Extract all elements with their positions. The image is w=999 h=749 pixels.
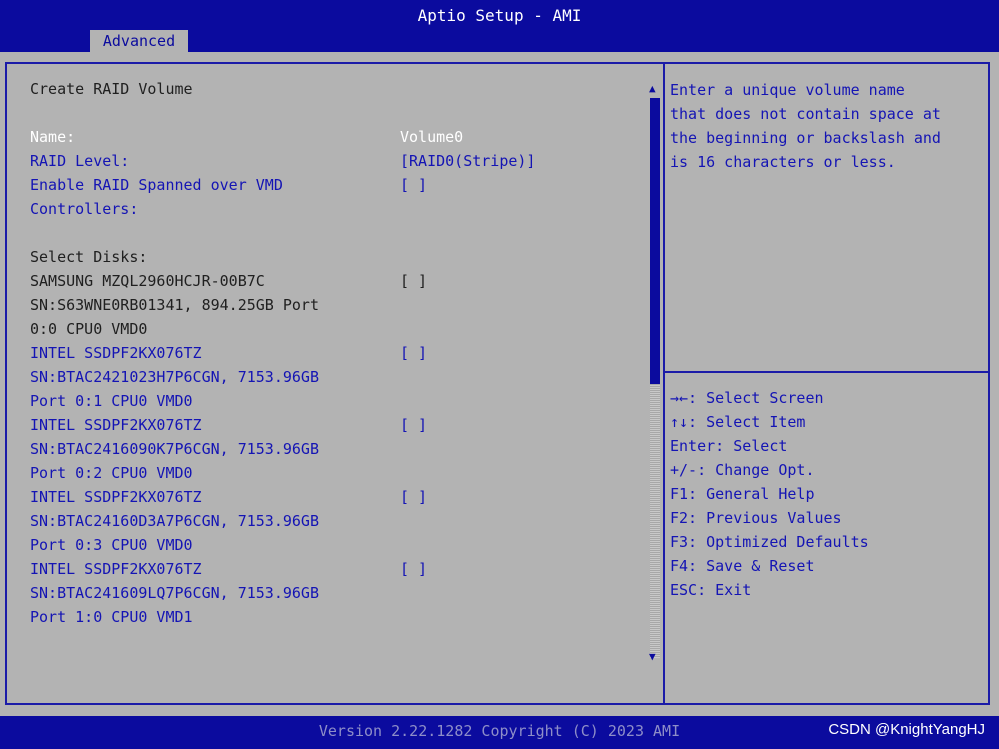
disk-4-checkbox[interactable]: [ ]	[400, 486, 427, 508]
key-select-item: ↑↓: Select Item	[670, 413, 806, 431]
disk-1-checkbox[interactable]: [ ]	[400, 270, 427, 292]
spanned-label-line1[interactable]: Enable RAID Spanned over VMD	[30, 174, 283, 196]
help-text: Enter a unique volume name that does not…	[670, 81, 941, 171]
disk-3-serial[interactable]: SN:BTAC2416090K7P6CGN, 7153.96GB	[30, 438, 319, 460]
disk-1-serial: SN:S63WNE0RB01341, 894.25GB Port	[30, 296, 319, 314]
disk-5-serial[interactable]: SN:BTAC241609LQ7P6CGN, 7153.96GB	[30, 582, 319, 604]
disk-1-port: 0:0 CPU0 VMD0	[30, 320, 148, 338]
disk-5-checkbox[interactable]: [ ]	[400, 558, 427, 580]
scrollbar-thumb[interactable]	[650, 98, 660, 384]
app-title: Aptio Setup - AMI	[417, 6, 582, 25]
key-f2: F2: Previous Values	[670, 509, 842, 527]
disk-4-serial[interactable]: SN:BTAC24160D3A7P6CGN, 7153.96GB	[30, 510, 319, 532]
key-select-screen: →←: Select Screen	[670, 389, 824, 407]
scroll-down-icon[interactable]: ▼	[649, 650, 656, 663]
disk-2-model[interactable]: INTEL SSDPF2KX076TZ	[30, 342, 202, 364]
name-label[interactable]: Name:	[30, 126, 75, 148]
section-title: Create RAID Volume	[30, 80, 193, 98]
raid-level-label[interactable]: RAID Level:	[30, 150, 129, 172]
key-f3: F3: Optimized Defaults	[670, 533, 869, 551]
key-f1: F1: General Help	[670, 485, 815, 503]
key-change-opt: +/-: Change Opt.	[670, 461, 815, 479]
disk-3-checkbox[interactable]: [ ]	[400, 414, 427, 436]
main-panel: Create RAID Volume Name: Volume0 RAID Le…	[0, 52, 999, 716]
key-esc: ESC: Exit	[670, 581, 752, 599]
spanned-label-line2[interactable]: Controllers:	[30, 198, 138, 220]
panel-divider-vertical	[663, 62, 665, 705]
key-legend: →←: Select Screen ↑↓: Select Item Enter:…	[670, 386, 869, 602]
tab-advanced[interactable]: Advanced	[90, 30, 188, 52]
disk-2-checkbox[interactable]: [ ]	[400, 342, 427, 364]
disk-4-port[interactable]: Port 0:3 CPU0 VMD0	[30, 534, 193, 556]
disk-2-serial[interactable]: SN:BTAC2421023H7P6CGN, 7153.96GB	[30, 366, 319, 388]
disk-3-port[interactable]: Port 0:2 CPU0 VMD0	[30, 462, 193, 484]
key-f4: F4: Save & Reset	[670, 557, 815, 575]
status-bar: Version 2.22.1282 Copyright (C) 2023 AMI…	[0, 716, 999, 749]
title-bar: Aptio Setup - AMI Advanced	[0, 0, 999, 52]
scroll-up-icon[interactable]: ▲	[649, 82, 656, 95]
select-disks-label: Select Disks:	[30, 248, 148, 266]
name-value[interactable]: Volume0	[400, 126, 463, 148]
raid-level-select[interactable]: [RAID0(Stripe)]	[400, 150, 535, 172]
disk-3-model[interactable]: INTEL SSDPF2KX076TZ	[30, 414, 202, 436]
disk-4-model[interactable]: INTEL SSDPF2KX076TZ	[30, 486, 202, 508]
disk-5-port[interactable]: Port 1:0 CPU0 VMD1	[30, 606, 193, 628]
help-divider	[665, 371, 990, 373]
watermark: CSDN @KnightYangHJ	[828, 721, 985, 738]
disk-1-model: SAMSUNG MZQL2960HCJR-00B7C	[30, 272, 265, 290]
spanned-checkbox[interactable]: [ ]	[400, 174, 427, 196]
key-enter: Enter: Select	[670, 437, 788, 455]
disk-2-port[interactable]: Port 0:1 CPU0 VMD0	[30, 390, 193, 412]
disk-5-model[interactable]: INTEL SSDPF2KX076TZ	[30, 558, 202, 580]
